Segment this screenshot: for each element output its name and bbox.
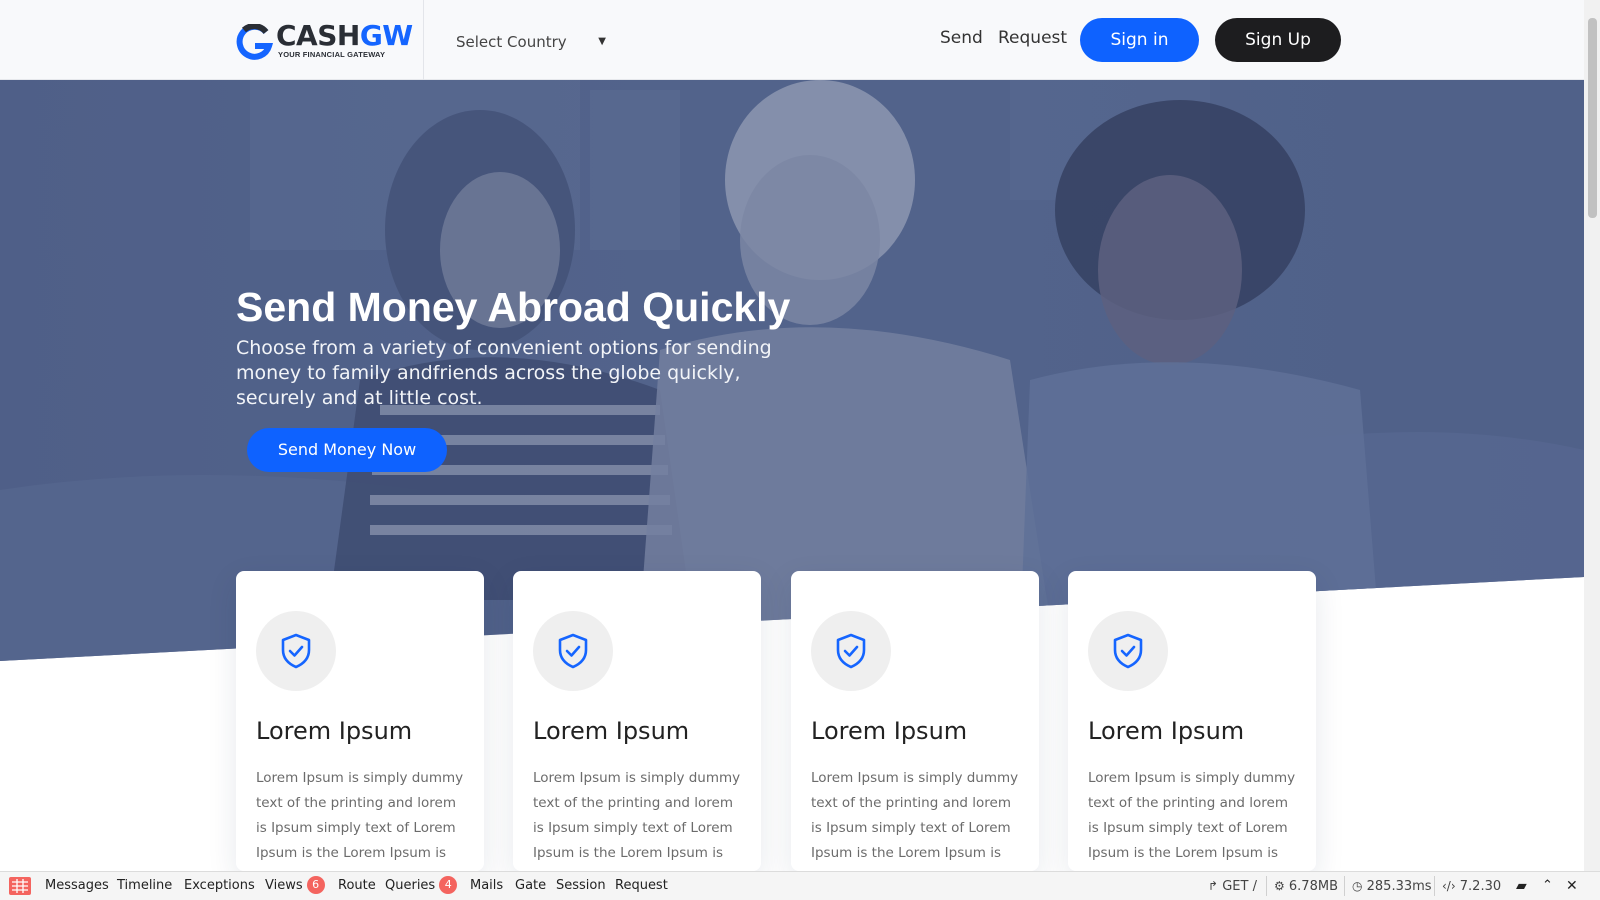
feature-card: Lorem Ipsum Lorem Ipsum is simply dummy … [513,571,761,871]
debugbar-tab-messages[interactable]: Messages [45,872,109,900]
shield-check-icon [281,633,311,669]
sign-up-button[interactable]: Sign Up [1215,18,1341,62]
close-icon[interactable]: ✕ [1566,872,1578,900]
debugbar-divider [1266,876,1267,896]
debugbar-tab-gate[interactable]: Gate [515,872,546,900]
views-count-badge: 6 [306,876,325,894]
logo-wordmark: CASHGW [276,19,413,52]
request-path: / [1252,879,1257,894]
card-title: Lorem Ipsum [256,717,413,745]
page-scrollbar[interactable] [1584,0,1600,871]
memory-value: 6.78MB [1288,879,1338,894]
top-navbar: CASHGW YOUR FINANCIAL GATEWAY Select Cou… [0,0,1584,80]
debugbar-tab-route[interactable]: Route [338,872,376,900]
debugbar-tab-views-label: Views [265,878,303,893]
card-icon-circle [256,611,336,691]
duration-value: 285.33ms [1366,879,1432,894]
card-title: Lorem Ipsum [811,717,968,745]
caret-down-icon: ▼ [598,36,606,47]
debugbar-tab-mails[interactable]: Mails [470,872,503,900]
chevron-up-icon[interactable]: ⌃ [1542,872,1553,900]
scrollbar-thumb[interactable] [1588,18,1597,218]
send-money-now-button[interactable]: Send Money Now [247,428,447,472]
hero-title: Send Money Abroad Quickly [236,284,791,330]
debugbar-tab-views[interactable]: Views 6 [265,872,325,900]
debugbar-tab-queries[interactable]: Queries 4 [385,872,458,900]
shield-check-icon [836,633,866,669]
request-method-value: GET [1222,879,1249,894]
shield-check-icon [558,633,588,669]
share-arrow-icon: ↱ [1208,879,1219,893]
hero-subtitle: Choose from a variety of convenient opti… [236,337,772,409]
php-version-value: 7.2.30 [1459,879,1502,894]
queries-count-badge: 4 [439,876,458,894]
memory-usage: ⚙ 6.78MB [1274,872,1338,900]
debugbar-logo-icon[interactable] [9,877,31,895]
clock-icon: ◷ [1352,879,1363,893]
request-duration: ◷ 285.33ms [1352,872,1432,900]
country-select-value: Select Country [456,33,567,51]
debugbar-tab-exceptions[interactable]: Exceptions [184,872,255,900]
card-title: Lorem Ipsum [1088,717,1245,745]
code-icon: ‹/› [1442,879,1456,893]
folder-open-icon[interactable]: ▰ [1516,872,1527,900]
shield-check-icon [1113,633,1143,669]
debugbar-divider [1344,876,1345,896]
cashgw-logo[interactable]: CASHGW YOUR FINANCIAL GATEWAY [236,19,413,64]
debug-bar: Messages Timeline Exceptions Views 6 Rout… [0,871,1600,900]
header-divider [423,0,424,80]
debugbar-tab-timeline[interactable]: Timeline [117,872,172,900]
debugbar-tab-queries-label: Queries [385,878,436,893]
request-method[interactable]: ↱ GET / [1208,872,1257,900]
card-text: Lorem Ipsum is simply dummy text of the … [256,770,464,861]
country-select[interactable]: Select Country ▼ [456,30,606,54]
card-icon-circle [1088,611,1168,691]
sign-in-button[interactable]: Sign in [1080,18,1199,62]
card-icon-circle [811,611,891,691]
card-text: Lorem Ipsum is simply dummy text of the … [533,770,741,861]
nav-send-link[interactable]: Send [940,26,983,50]
debugbar-tab-request[interactable]: Request [615,872,668,900]
php-version: ‹/› 7.2.30 [1442,872,1501,900]
debugbar-tab-session[interactable]: Session [556,872,606,900]
card-icon-circle [533,611,613,691]
card-text: Lorem Ipsum is simply dummy text of the … [811,770,1019,861]
feature-card: Lorem Ipsum Lorem Ipsum is simply dummy … [791,571,1039,871]
cogs-icon: ⚙ [1274,879,1285,893]
card-title: Lorem Ipsum [533,717,690,745]
nav-request-link[interactable]: Request [998,26,1067,50]
logo-mark-icon [236,24,274,60]
page: Send Money Abroad Quickly Choose from a … [0,0,1600,900]
card-text: Lorem Ipsum is simply dummy text of the … [1088,770,1296,861]
feature-card: Lorem Ipsum Lorem Ipsum is simply dummy … [1068,571,1316,871]
feature-card: Lorem Ipsum Lorem Ipsum is simply dummy … [236,571,484,871]
logo-tagline: YOUR FINANCIAL GATEWAY [278,50,386,59]
debugbar-divider [1434,876,1435,896]
